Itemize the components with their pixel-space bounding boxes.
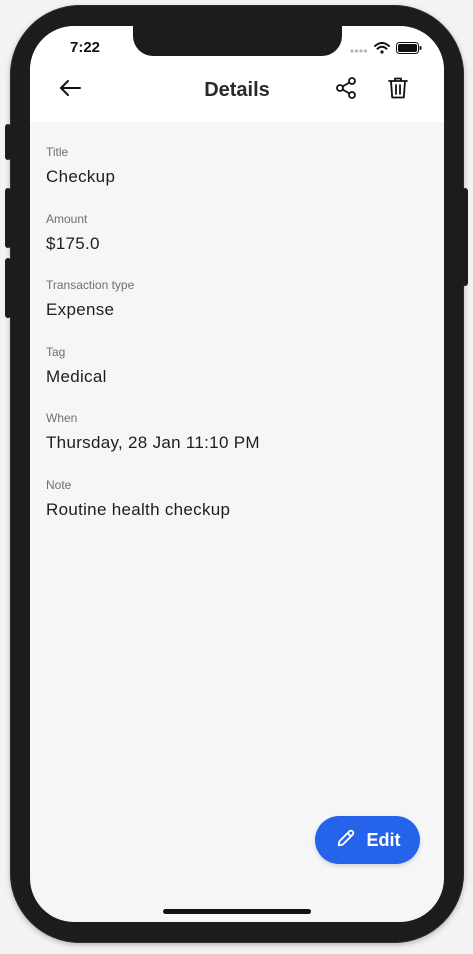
detail-label: Note (46, 477, 72, 492)
phone-volume-down-button (5, 258, 11, 318)
detail-value: Checkup (46, 167, 116, 186)
detail-value: Thursday, 28 Jan 11:10 PM (46, 433, 260, 452)
phone-power-button (462, 188, 468, 286)
edit-button-label: Edit (366, 829, 401, 850)
detail-label: Amount (46, 211, 88, 226)
detail-when: When Thursday, 28 Jan 11:10 PM (46, 410, 428, 477)
phone-volume-up-button (5, 188, 11, 248)
signal-icon (350, 41, 368, 59)
app-screen: 7:22 Details Title Checkup Amount $175.0… (30, 26, 444, 922)
detail-label: Tag (46, 344, 66, 359)
detail-value: $175.0 (46, 233, 100, 253)
delete-button[interactable] (382, 74, 414, 106)
status-icons (350, 41, 422, 59)
detail-title: Title Checkup (46, 144, 428, 211)
home-indicator[interactable] (163, 909, 311, 914)
detail-value: Routine health checkup (46, 499, 231, 519)
detail-transaction-type: Transaction type Expense (46, 277, 428, 344)
pencil-icon (335, 827, 357, 854)
wifi-icon (374, 41, 390, 59)
share-button[interactable] (330, 74, 362, 106)
detail-label: Transaction type (46, 278, 135, 292)
detail-amount: Amount $175.0 (46, 211, 428, 278)
detail-label: When (46, 411, 78, 425)
detail-value: Medical (46, 366, 107, 386)
edit-button[interactable]: Edit (315, 816, 420, 864)
detail-note: Note Routine health checkup (46, 477, 428, 544)
detail-value: Expense (46, 300, 115, 319)
details-list: Title Checkup Amount $175.0 Transaction … (46, 144, 428, 543)
share-icon (334, 76, 358, 105)
app-bar: Details (30, 70, 444, 122)
trash-icon (387, 76, 409, 105)
detail-tag: Tag Medical (46, 344, 428, 411)
device-notch (133, 26, 342, 56)
phone-side-button (5, 124, 11, 160)
battery-icon (396, 41, 422, 59)
status-time: 7:22 (70, 39, 101, 56)
detail-label: Title (46, 145, 69, 159)
